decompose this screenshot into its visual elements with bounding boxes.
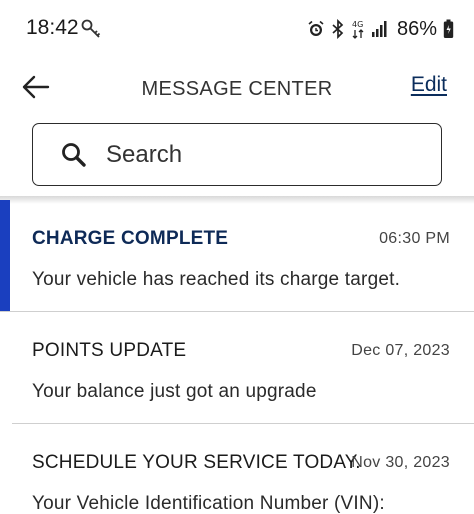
unread-indicator <box>0 200 10 312</box>
wifi-data-icon: 4G <box>351 18 365 40</box>
page-title: MESSAGE CENTER <box>141 78 333 100</box>
edit-button[interactable]: Edit <box>411 73 447 97</box>
svg-text:4G: 4G <box>352 20 363 29</box>
message-title: SCHEDULE YOUR SERVICE TODAY. <box>32 452 361 473</box>
search-field[interactable] <box>32 123 442 186</box>
message-item-charge-complete[interactable]: CHARGE COMPLETE 06:30 PM Your vehicle ha… <box>0 200 474 312</box>
message-preview: Your balance just got an upgrade <box>32 381 317 402</box>
status-icons: 4G 86% <box>307 16 454 42</box>
message-title: CHARGE COMPLETE <box>32 228 229 249</box>
battery-icon <box>443 19 454 39</box>
key-icon <box>80 18 102 40</box>
app-header: MESSAGE CENTER Edit <box>0 60 474 116</box>
signal-icon <box>371 20 389 38</box>
message-item-schedule-service[interactable]: SCHEDULE YOUR SERVICE TODAY. Nov 30, 202… <box>0 424 474 514</box>
message-preview: Your vehicle has reached its charge targ… <box>32 269 401 290</box>
message-item-points-update[interactable]: POINTS UPDATE Dec 07, 2023 Your balance … <box>0 312 474 424</box>
status-time: 18:42 <box>26 16 79 39</box>
message-date: 06:30 PM <box>379 230 450 247</box>
bluetooth-icon <box>331 19 345 39</box>
alarm-icon <box>307 20 325 38</box>
battery-percent: 86% <box>396 17 437 40</box>
message-date: Nov 30, 2023 <box>351 454 450 471</box>
message-preview: Your Vehicle Identification Number (VIN)… <box>32 493 385 514</box>
search-input[interactable] <box>106 140 406 169</box>
search-icon <box>59 140 89 170</box>
message-list: CHARGE COMPLETE 06:30 PM Your vehicle ha… <box>0 200 474 514</box>
message-title: POINTS UPDATE <box>32 340 187 361</box>
message-date: Dec 07, 2023 <box>351 342 450 359</box>
status-bar: 18:42 4G 86% <box>0 0 474 58</box>
